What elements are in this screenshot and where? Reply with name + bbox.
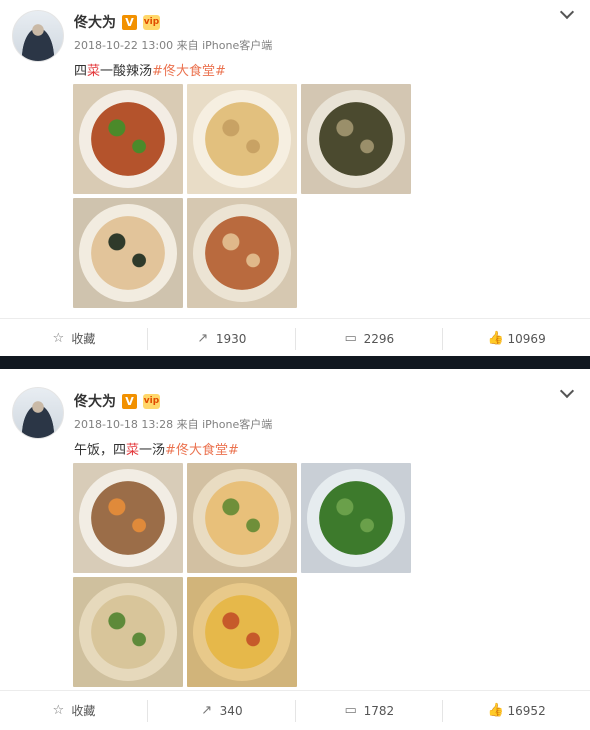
repost-button[interactable]: ↗ 340 xyxy=(146,699,295,722)
verified-badge-icon: V xyxy=(122,393,137,409)
food-shape xyxy=(205,216,279,290)
food-photo[interactable] xyxy=(301,84,411,194)
post-source: 来自 iPhone客户端 xyxy=(176,39,273,52)
food-shape xyxy=(319,102,393,176)
star-icon: ☆ xyxy=(52,702,65,718)
weibo-post: 佟大为 V vip 2018-10-22 13:00 来自 iPhone客户端 … xyxy=(0,0,590,356)
food-photo[interactable] xyxy=(187,198,297,308)
comment-icon: ▭ xyxy=(344,702,357,718)
action-bar: ☆ 收藏 ↗ 340 ▭ 1782 👍 16952 xyxy=(0,690,590,730)
topic-tag-link[interactable]: #佟大食堂# xyxy=(152,64,226,79)
vip-badge-icon: vip xyxy=(143,14,160,30)
verified-badge-icon: V xyxy=(122,14,137,30)
chevron-down-icon[interactable] xyxy=(560,6,574,20)
author-name[interactable]: 佟大为 xyxy=(74,391,116,411)
author-row: 佟大为 V vip xyxy=(74,12,160,32)
post-time[interactable]: 2018-10-22 13:00 xyxy=(74,39,173,52)
avatar[interactable] xyxy=(12,10,64,62)
food-photo[interactable] xyxy=(301,463,411,573)
food-shape xyxy=(91,102,165,176)
food-photo[interactable] xyxy=(187,84,297,194)
like-count: 10969 xyxy=(507,331,546,346)
like-button[interactable]: 👍 10969 xyxy=(442,327,590,350)
comment-icon: ▭ xyxy=(344,330,357,346)
food-photo[interactable] xyxy=(73,198,183,308)
thumbs-up-icon: 👍 xyxy=(487,330,504,346)
avatar[interactable] xyxy=(12,387,64,439)
post-divider xyxy=(0,356,590,369)
repost-count: 1930 xyxy=(215,331,247,346)
comment-button[interactable]: ▭ 2296 xyxy=(294,327,443,350)
food-photo[interactable] xyxy=(187,577,297,687)
like-button[interactable]: 👍 16952 xyxy=(442,699,590,722)
topic-tag-link[interactable]: #佟大食堂# xyxy=(165,443,239,458)
repost-icon: ↗ xyxy=(201,702,213,718)
post-text: 午饭，四菜一汤#佟大食堂# xyxy=(74,439,239,458)
post-meta: 2018-10-22 13:00 来自 iPhone客户端 xyxy=(74,37,272,53)
post-text-part: 一汤 xyxy=(139,443,166,458)
chevron-down-icon[interactable] xyxy=(560,385,574,399)
food-photo[interactable] xyxy=(73,463,183,573)
author-name[interactable]: 佟大为 xyxy=(74,12,116,32)
food-shape xyxy=(91,595,165,669)
post-text-part: 午饭，四 xyxy=(74,443,127,458)
food-shape xyxy=(205,102,279,176)
post-text-part: 一酸辣汤 xyxy=(100,64,153,79)
author-row: 佟大为 V vip xyxy=(74,391,160,411)
favorite-label: 收藏 xyxy=(71,704,96,718)
star-icon: ☆ xyxy=(52,330,65,346)
post-text-highlight: 菜 xyxy=(126,443,140,458)
repost-icon: ↗ xyxy=(197,330,209,346)
comment-button[interactable]: ▭ 1782 xyxy=(294,699,443,722)
favorite-button[interactable]: ☆ 收藏 xyxy=(0,328,147,350)
food-shape xyxy=(319,481,393,555)
post-time[interactable]: 2018-10-18 13:28 xyxy=(74,418,173,431)
thumbs-up-icon: 👍 xyxy=(487,702,504,718)
post-meta: 2018-10-18 13:28 来自 iPhone客户端 xyxy=(74,416,272,432)
post-text-part: 四 xyxy=(74,64,88,79)
post-text-highlight: 菜 xyxy=(87,64,101,79)
comment-count: 1782 xyxy=(363,703,395,718)
favorite-button[interactable]: ☆ 收藏 xyxy=(0,700,147,722)
food-shape xyxy=(205,481,279,555)
food-photo[interactable] xyxy=(73,577,183,687)
repost-button[interactable]: ↗ 1930 xyxy=(146,327,295,350)
food-photo[interactable] xyxy=(73,84,183,194)
food-shape xyxy=(91,481,165,555)
weibo-post: 佟大为 V vip 2018-10-18 13:28 来自 iPhone客户端 … xyxy=(0,369,590,730)
food-shape xyxy=(205,595,279,669)
repost-count: 340 xyxy=(219,703,243,718)
favorite-label: 收藏 xyxy=(71,332,96,346)
post-text: 四菜一酸辣汤#佟大食堂# xyxy=(74,60,226,79)
post-source: 来自 iPhone客户端 xyxy=(176,418,273,431)
like-count: 16952 xyxy=(507,703,546,718)
action-bar: ☆ 收藏 ↗ 1930 ▭ 2296 👍 10969 xyxy=(0,318,590,358)
vip-badge-icon: vip xyxy=(143,393,160,409)
food-photo[interactable] xyxy=(187,463,297,573)
food-shape xyxy=(91,216,165,290)
comment-count: 2296 xyxy=(363,331,395,346)
